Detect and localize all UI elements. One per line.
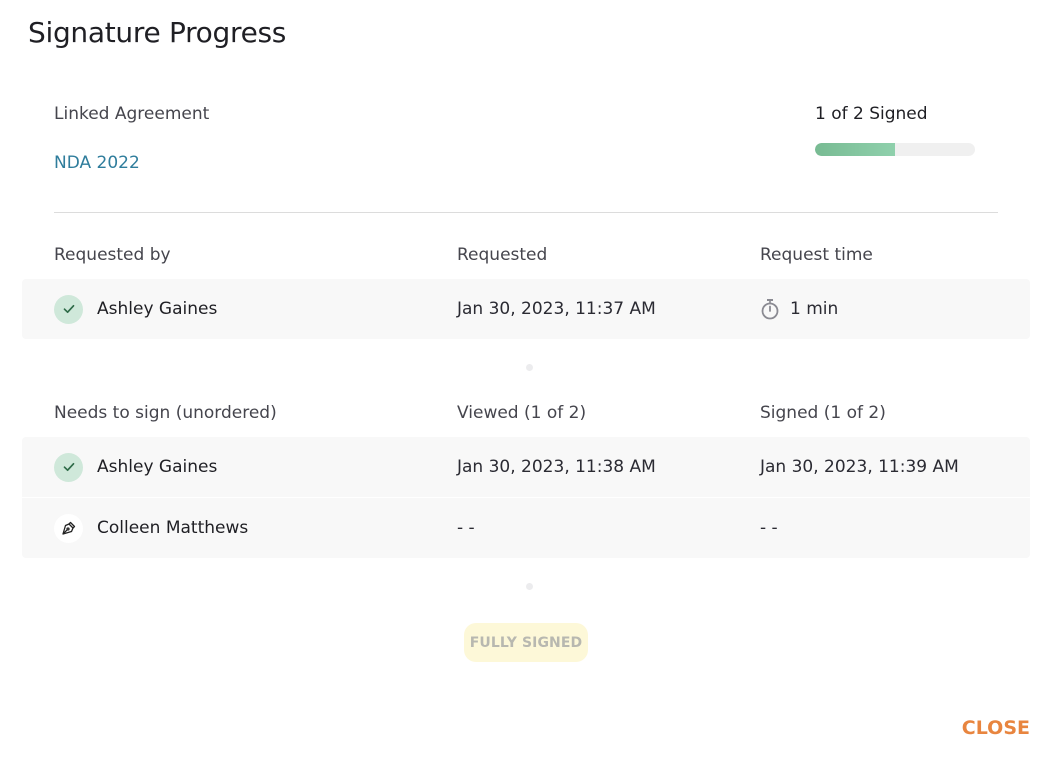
header-viewed: Viewed (1 of 2) — [457, 403, 587, 423]
viewed-date: - - — [457, 518, 475, 538]
request-time-cell: 1 min — [760, 279, 838, 339]
header-requested: Requested — [457, 245, 548, 265]
pen-nib-icon — [54, 513, 83, 543]
stopwatch-icon — [760, 298, 780, 320]
check-icon — [54, 294, 83, 324]
requested-date: Jan 30, 2023, 11:37 AM — [457, 299, 656, 319]
header-request-time: Request time — [760, 245, 873, 265]
check-icon — [54, 452, 83, 482]
separator-dot — [526, 364, 533, 371]
close-button[interactable]: CLOSE — [962, 717, 1030, 739]
requester-row: Ashley Gaines Jan 30, 2023, 11:37 AM 1 m… — [22, 279, 1030, 339]
signer-cell: Ashley Gaines — [54, 437, 217, 497]
requester-name: Ashley Gaines — [97, 299, 218, 319]
header-needs-to-sign: Needs to sign (unordered) — [54, 403, 277, 423]
request-time-value: 1 min — [790, 299, 839, 319]
viewed-date: Jan 30, 2023, 11:38 AM — [457, 457, 656, 477]
linked-agreement-label: Linked Agreement — [54, 104, 210, 124]
linked-agreement-link[interactable]: NDA 2022 — [54, 153, 140, 173]
fully-signed-badge: FULLY SIGNED — [464, 623, 588, 662]
signing-progress-fill — [815, 143, 895, 156]
header-requested-by: Requested by — [54, 245, 171, 265]
requester-cell: Ashley Gaines — [54, 279, 217, 339]
divider — [54, 212, 998, 213]
signer-row: Ashley Gaines Jan 30, 2023, 11:38 AM Jan… — [22, 437, 1030, 497]
signed-count-label: 1 of 2 Signed — [815, 104, 928, 124]
signed-date: - - — [760, 518, 778, 538]
signer-cell: Colleen Matthews — [54, 498, 248, 558]
signer-name: Colleen Matthews — [97, 518, 249, 538]
signed-date: Jan 30, 2023, 11:39 AM — [760, 457, 959, 477]
signing-progress-bar — [815, 143, 975, 156]
dialog-title: Signature Progress — [28, 16, 287, 49]
header-signed: Signed (1 of 2) — [760, 403, 886, 423]
signer-name: Ashley Gaines — [97, 457, 218, 477]
signer-row: Colleen Matthews - - - - — [22, 498, 1030, 558]
separator-dot — [526, 583, 533, 590]
